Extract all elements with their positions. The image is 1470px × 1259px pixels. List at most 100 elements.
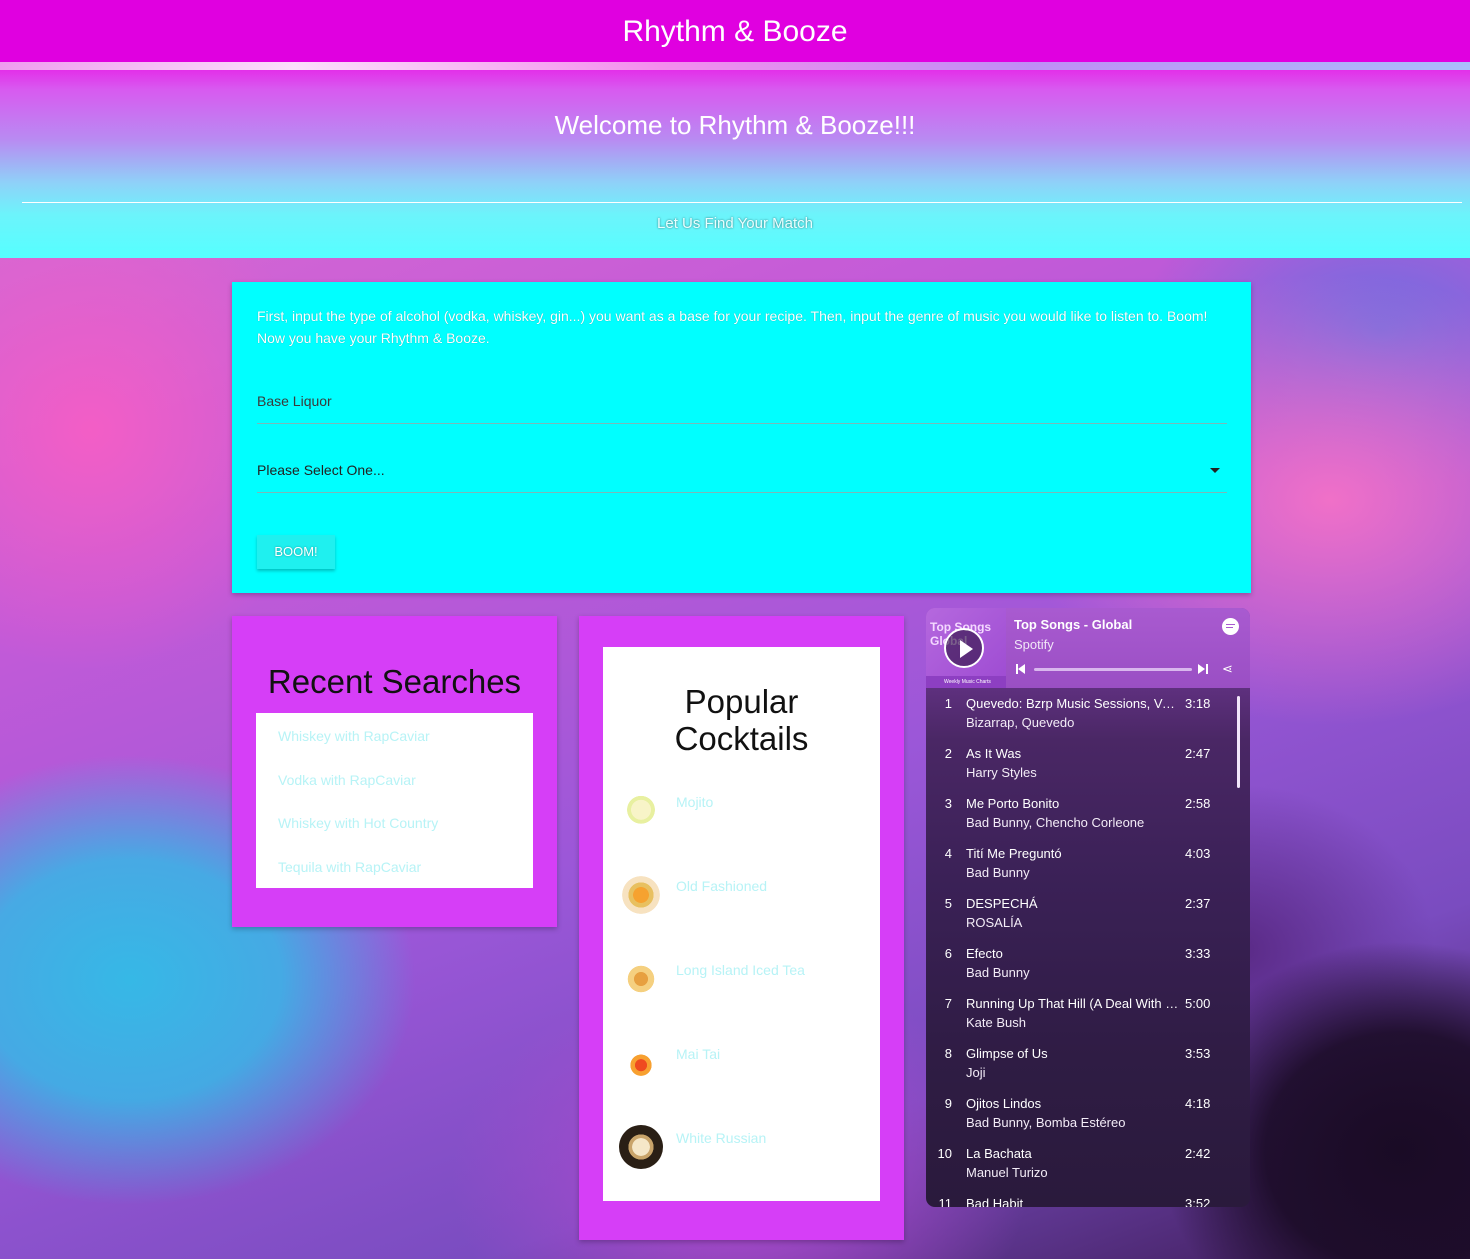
track-duration: 3:52 bbox=[1185, 1196, 1211, 1207]
track-duration: 4:03 bbox=[1185, 846, 1211, 861]
share-icon[interactable]: ⋖ bbox=[1222, 662, 1236, 676]
track-number: 11 bbox=[938, 1196, 953, 1207]
track-artist: Bad Bunny bbox=[966, 865, 1030, 880]
genre-select-underline bbox=[257, 492, 1227, 493]
track-row[interactable]: 4 Tití Me Preguntó Bad Bunny 4:03 bbox=[926, 846, 1250, 892]
old-fashioned-thumbnail bbox=[619, 873, 663, 917]
next-track-icon[interactable] bbox=[1198, 664, 1205, 674]
track-duration: 2:58 bbox=[1185, 796, 1211, 811]
track-row[interactable]: 5 DESPECHÁ ROSALÍA 2:37 bbox=[926, 896, 1250, 942]
play-icon[interactable] bbox=[944, 628, 984, 668]
track-title: Glimpse of Us bbox=[966, 1046, 1048, 1061]
cocktail-link[interactable]: White Russian bbox=[676, 1130, 766, 1146]
track-number: 1 bbox=[944, 696, 952, 711]
hero-banner: Welcome to Rhythm & Booze!!! Let Us Find… bbox=[0, 62, 1470, 258]
track-row[interactable]: 6 Efecto Bad Bunny 3:33 bbox=[926, 946, 1250, 992]
track-row[interactable]: 3 Me Porto Bonito Bad Bunny, Chencho Cor… bbox=[926, 796, 1250, 842]
popular-cocktails-title: Popular Cocktails bbox=[603, 683, 880, 757]
track-duration: 5:00 bbox=[1185, 996, 1211, 1011]
track-number: 2 bbox=[944, 746, 952, 761]
track-number: 9 bbox=[944, 1096, 952, 1111]
popular-title-line1: Popular bbox=[684, 683, 799, 720]
track-artist: Bad Bunny bbox=[966, 965, 1030, 980]
cocktail-link[interactable]: Old Fashioned bbox=[676, 878, 767, 894]
track-duration: 3:33 bbox=[1185, 946, 1211, 961]
track-duration: 2:42 bbox=[1185, 1146, 1211, 1161]
track-duration: 2:37 bbox=[1185, 896, 1211, 911]
recent-search-item[interactable]: Whiskey with RapCaviar bbox=[278, 728, 430, 744]
welcome-heading: Welcome to Rhythm & Booze!!! bbox=[554, 110, 916, 140]
track-title: Efecto bbox=[966, 946, 1003, 961]
popular-cocktails-list: Popular Cocktails Mojito Old Fashioned L… bbox=[603, 647, 880, 1201]
track-row[interactable]: 11 Bad Habit 3:52 bbox=[926, 1196, 1250, 1207]
track-title: Ojitos Lindos bbox=[966, 1096, 1042, 1111]
track-number: 7 bbox=[944, 996, 952, 1011]
recent-search-item[interactable]: Tequila with RapCaviar bbox=[278, 859, 421, 875]
playback-progress-bar[interactable] bbox=[1034, 668, 1192, 671]
track-title: DESPECHÁ bbox=[966, 896, 1038, 911]
instructions-text: First, input the type of alcohol (vodka,… bbox=[257, 308, 1208, 346]
track-artist: ROSALÍA bbox=[966, 915, 1023, 930]
track-number: 10 bbox=[937, 1146, 952, 1161]
cocktail-link[interactable]: Long Island Iced Tea bbox=[676, 962, 805, 978]
recent-search-item[interactable]: Whiskey with Hot Country bbox=[278, 815, 438, 831]
spotify-embed-player[interactable]: Top Songs Global Weekly Music Charts Top… bbox=[926, 608, 1250, 1207]
track-row[interactable]: 9 Ojitos Lindos Bad Bunny, Bomba Estéreo… bbox=[926, 1096, 1250, 1142]
white-russian-thumbnail bbox=[619, 1125, 663, 1169]
track-artist: Bad Bunny, Bomba Estéreo bbox=[966, 1115, 1126, 1130]
track-number: 5 bbox=[944, 896, 952, 911]
track-duration: 3:53 bbox=[1185, 1046, 1211, 1061]
track-number: 3 bbox=[944, 796, 952, 811]
popular-title-line2: Cocktails bbox=[674, 720, 809, 757]
app-title: Rhythm & Booze bbox=[0, 0, 1470, 62]
mojito-thumbnail bbox=[619, 790, 663, 834]
track-duration: 3:18 bbox=[1185, 696, 1211, 711]
track-artist: Bizarrap, Quevedo bbox=[966, 715, 1075, 730]
recent-searches-title: Recent Searches bbox=[267, 663, 522, 700]
track-duration: 4:18 bbox=[1185, 1096, 1211, 1111]
cocktail-link[interactable]: Mai Tai bbox=[676, 1046, 720, 1062]
track-title: Me Porto Bonito bbox=[966, 796, 1060, 811]
track-row[interactable]: 7 Running Up That Hill (A Deal With God)… bbox=[926, 996, 1250, 1042]
dropdown-caret-icon[interactable] bbox=[1210, 468, 1220, 473]
previous-track-icon[interactable] bbox=[1018, 664, 1025, 674]
track-number: 4 bbox=[944, 846, 952, 861]
spotify-logo-icon[interactable] bbox=[1222, 618, 1239, 635]
mai-tai-thumbnail bbox=[619, 1041, 663, 1085]
track-title: Tití Me Preguntó bbox=[966, 846, 1062, 861]
track-number: 6 bbox=[944, 946, 952, 961]
next-track-icon[interactable] bbox=[1206, 664, 1208, 674]
recent-searches-list: Whiskey with RapCaviar Vodka with RapCav… bbox=[256, 713, 533, 888]
base-liquor-underline bbox=[257, 423, 1227, 424]
playlist-provider[interactable]: Spotify bbox=[1014, 637, 1054, 652]
recent-searches-card: Recent Searches Whiskey with RapCaviar V… bbox=[232, 616, 557, 927]
track-title: Quevedo: Bzrp Music Sessions, Vol. 52 bbox=[966, 696, 1181, 711]
boom-button[interactable]: BOOM! bbox=[257, 535, 335, 569]
base-liquor-input[interactable]: Base Liquor bbox=[257, 393, 332, 409]
spotify-header: Top Songs Global Weekly Music Charts Top… bbox=[926, 608, 1250, 688]
track-title: As It Was bbox=[966, 746, 1022, 761]
playlist-title[interactable]: Top Songs - Global bbox=[1014, 617, 1132, 632]
search-form-card: First, input the type of alcohol (vodka,… bbox=[232, 282, 1251, 593]
track-title: Running Up That Hill (A Deal With God) bbox=[966, 996, 1181, 1011]
track-row[interactable]: 2 As It Was Harry Styles 2:47 bbox=[926, 746, 1250, 792]
hero-stripe bbox=[0, 62, 1470, 70]
track-row[interactable]: 10 La Bachata Manuel Turizo 2:42 bbox=[926, 1146, 1250, 1192]
long-island-thumbnail bbox=[619, 957, 663, 1001]
genre-select[interactable]: Please Select One... bbox=[257, 462, 385, 478]
track-artist: Manuel Turizo bbox=[966, 1165, 1048, 1180]
find-match-link[interactable]: Let Us Find Your Match bbox=[0, 215, 1470, 232]
recent-search-item[interactable]: Vodka with RapCaviar bbox=[278, 772, 416, 788]
track-title: Bad Habit bbox=[966, 1196, 1024, 1207]
track-title: La Bachata bbox=[966, 1146, 1032, 1161]
track-artist: Joji bbox=[966, 1065, 986, 1080]
cocktail-link[interactable]: Mojito bbox=[676, 794, 713, 810]
playlist-cover-footer: Weekly Music Charts bbox=[926, 676, 1006, 688]
track-artist: Harry Styles bbox=[966, 765, 1037, 780]
track-artist: Bad Bunny, Chencho Corleone bbox=[966, 815, 1145, 830]
track-row[interactable]: 8 Glimpse of Us Joji 3:53 bbox=[926, 1046, 1250, 1092]
track-number: 8 bbox=[944, 1046, 952, 1061]
hero-divider bbox=[22, 202, 1462, 203]
track-artist: Kate Bush bbox=[966, 1015, 1026, 1030]
track-row[interactable]: 1 Quevedo: Bzrp Music Sessions, Vol. 52 … bbox=[926, 696, 1250, 742]
